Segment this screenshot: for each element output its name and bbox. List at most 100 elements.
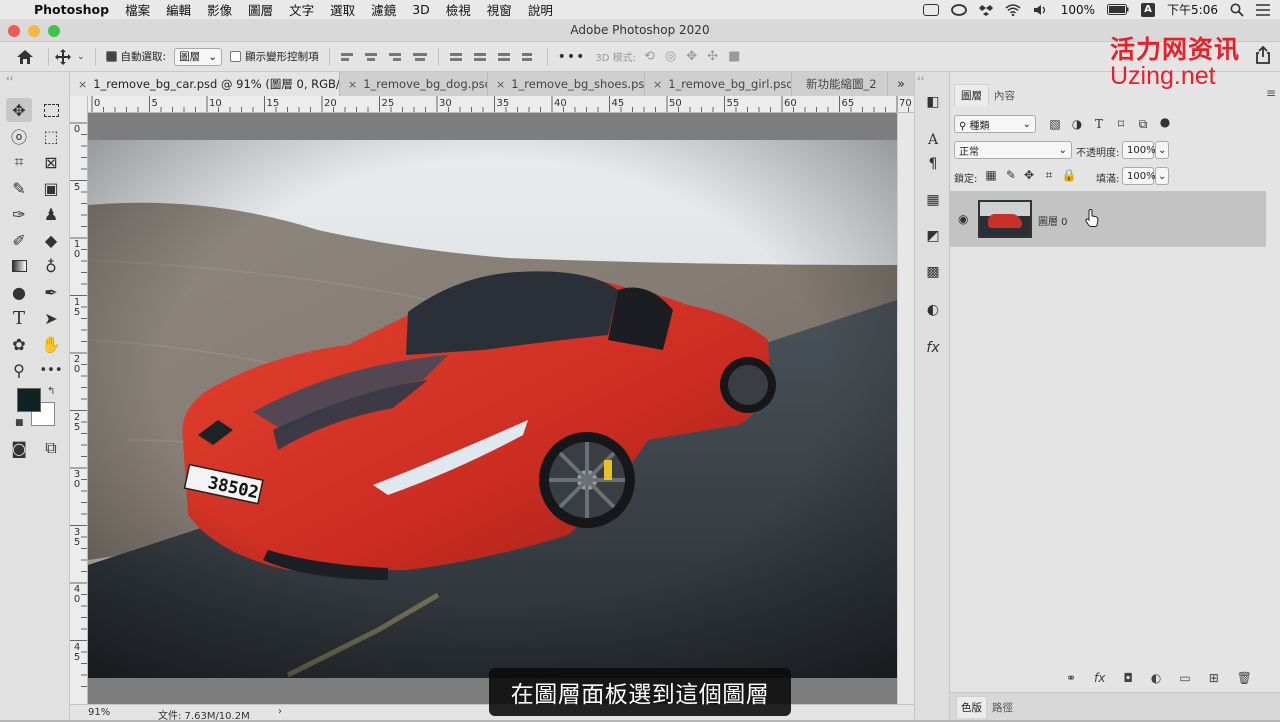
tab-paths[interactable]: 路徑	[992, 700, 1013, 715]
tab-dog[interactable]: × 1_remove_bg_dog.psd	[340, 72, 488, 96]
lock-transparent-icon[interactable]: ▦	[984, 168, 998, 182]
frame-icon[interactable]: ⊠	[38, 150, 64, 174]
lock-all-icon[interactable]: 🔒	[1062, 168, 1077, 182]
3d-slide-icon[interactable]: ✣	[707, 49, 718, 64]
filter-adjustment-icon[interactable]: ◑	[1070, 117, 1084, 131]
close-icon[interactable]: ×	[78, 78, 87, 91]
object-select-icon[interactable]: ⬚	[38, 124, 64, 148]
collapse-panel-icon[interactable]: ‹‹	[6, 74, 13, 84]
close-icon[interactable]: ×	[348, 78, 357, 91]
menu-image[interactable]: 影像	[207, 0, 232, 19]
paragraph-panel-icon[interactable]: ¶	[923, 154, 943, 174]
wifi-icon[interactable]	[1005, 3, 1021, 16]
delete-layer-icon[interactable]: 🗑	[1237, 671, 1252, 685]
eyedropper-icon[interactable]: ✎	[6, 176, 32, 200]
gradients-panel-icon[interactable]: ◩	[923, 226, 943, 246]
fill-dropdown[interactable]: ⌄	[1155, 167, 1169, 185]
new-adjustment-icon[interactable]: ◐	[1151, 671, 1161, 685]
marquee-icon[interactable]	[38, 98, 64, 122]
align-right-icon[interactable]	[388, 50, 403, 64]
link-layers-icon[interactable]: ⚭	[1066, 671, 1076, 685]
filter-type-icon[interactable]: T	[1092, 117, 1106, 131]
more-icon[interactable]: •••	[38, 358, 64, 382]
eraser-icon[interactable]: ◆	[38, 228, 64, 252]
path-select-icon[interactable]: ➤	[38, 306, 64, 330]
menu-type[interactable]: 文字	[289, 0, 314, 19]
dodge-icon[interactable]: ●	[6, 280, 32, 304]
align-bottom-icon[interactable]	[497, 50, 512, 64]
fill-input[interactable]: 100%	[1122, 167, 1156, 185]
align-middle-v-icon[interactable]	[473, 50, 488, 64]
eye-icon[interactable]: ◉	[958, 212, 968, 226]
tab-channels[interactable]: 色版	[956, 696, 987, 718]
swap-colors-icon[interactable]: ↰	[47, 386, 55, 397]
tab-properties[interactable]: 內容	[988, 84, 1021, 106]
lock-image-icon[interactable]: ✎	[1004, 168, 1018, 182]
list-icon[interactable]	[1256, 3, 1270, 16]
styles-panel-icon[interactable]: fx	[923, 338, 943, 358]
car-photo[interactable]: 38502	[88, 140, 897, 678]
dropbox-icon[interactable]	[978, 4, 993, 16]
zoom-icon[interactable]: ⚲	[6, 358, 32, 382]
menubar-clock[interactable]: 下午5:06	[1167, 1, 1218, 18]
type-icon[interactable]: T	[6, 306, 32, 330]
patch-icon[interactable]: ▣	[38, 176, 64, 200]
close-icon[interactable]: ×	[496, 78, 505, 91]
stamp-icon[interactable]: ♟	[38, 202, 64, 226]
3d-scale-icon[interactable]: ■	[728, 49, 740, 64]
filter-toggle-icon[interactable]: ●	[1158, 115, 1172, 129]
blend-mode-dropdown[interactable]: 正常 ⌄	[954, 141, 1072, 159]
opacity-input[interactable]: 100%	[1122, 141, 1156, 159]
menu-filter[interactable]: 濾鏡	[371, 0, 396, 19]
lock-artboard-icon[interactable]: ⌗	[1042, 168, 1056, 182]
menu-window[interactable]: 視窗	[487, 0, 512, 19]
blur-icon[interactable]: ♁	[38, 254, 64, 278]
screen-record-icon[interactable]	[922, 3, 939, 16]
3d-pan-icon[interactable]: ✥	[686, 49, 697, 64]
tool-preset-chevron-icon[interactable]: ⌄	[77, 52, 85, 62]
lock-position-icon[interactable]: ✥	[1022, 168, 1036, 182]
menu-select[interactable]: 選取	[330, 0, 355, 19]
filter-shape-icon[interactable]: ⌑	[1114, 117, 1128, 131]
menu-help[interactable]: 說明	[528, 0, 553, 19]
menu-layer[interactable]: 圖層	[248, 0, 273, 19]
move-icon[interactable]: ✥	[6, 98, 32, 122]
screen-mode-icon[interactable]: ⧉	[38, 436, 64, 460]
layer-row[interactable]: ◉ 圖層 0	[950, 191, 1266, 247]
opacity-dropdown[interactable]: ⌄	[1155, 141, 1169, 159]
input-source-badge[interactable]: A	[1141, 2, 1156, 17]
more-options-icon[interactable]: •••	[558, 49, 586, 65]
default-colors-icon[interactable]: ■	[15, 418, 24, 428]
adjustments-panel-icon[interactable]: ◐	[923, 300, 943, 320]
crop-icon[interactable]: ⌗	[6, 150, 32, 174]
menu-view[interactable]: 檢視	[446, 0, 471, 19]
align-center-h-icon[interactable]	[364, 50, 379, 64]
auto-select-dropdown[interactable]: 圖層 ⌄	[174, 47, 223, 66]
transform-controls-checkbox[interactable]	[230, 51, 242, 62]
filter-smart-object-icon[interactable]: ⧉	[1136, 117, 1150, 131]
vertical-scrollbar[interactable]	[897, 113, 914, 704]
distribute-h-icon[interactable]	[412, 50, 427, 64]
tabs-overflow-icon[interactable]: »	[888, 72, 914, 96]
align-top-icon[interactable]	[449, 50, 464, 64]
3d-roll-icon[interactable]: ◎	[665, 49, 676, 64]
menu-edit[interactable]: 編輯	[166, 0, 191, 19]
layer-thumbnail[interactable]	[978, 200, 1032, 238]
menu-app-name[interactable]: Photoshop	[34, 2, 109, 17]
patterns-panel-icon[interactable]: ▩	[923, 262, 943, 282]
tab-girl[interactable]: × 1_remove_bg_girl.psd	[645, 72, 792, 96]
character-panel-icon[interactable]: A	[923, 130, 943, 150]
new-group-icon[interactable]: ▭	[1179, 671, 1190, 685]
filter-pixel-icon[interactable]: ▧	[1048, 117, 1062, 131]
menu-3d[interactable]: 3D	[412, 2, 430, 17]
home-icon[interactable]	[16, 49, 34, 65]
pen-icon[interactable]: ✒	[38, 280, 64, 304]
menu-file[interactable]: 檔案	[125, 0, 150, 19]
align-left-icon[interactable]	[340, 50, 355, 64]
auto-select-checkbox[interactable]	[105, 51, 117, 62]
filter-kind-dropdown[interactable]: ⚲ 種類 ⌄	[954, 115, 1036, 133]
add-mask-icon[interactable]: ◘	[1123, 671, 1133, 685]
layer-style-icon[interactable]: fx	[1094, 671, 1105, 685]
move-tool-icon[interactable]	[55, 48, 71, 65]
new-layer-icon[interactable]: ⊞	[1209, 671, 1219, 685]
